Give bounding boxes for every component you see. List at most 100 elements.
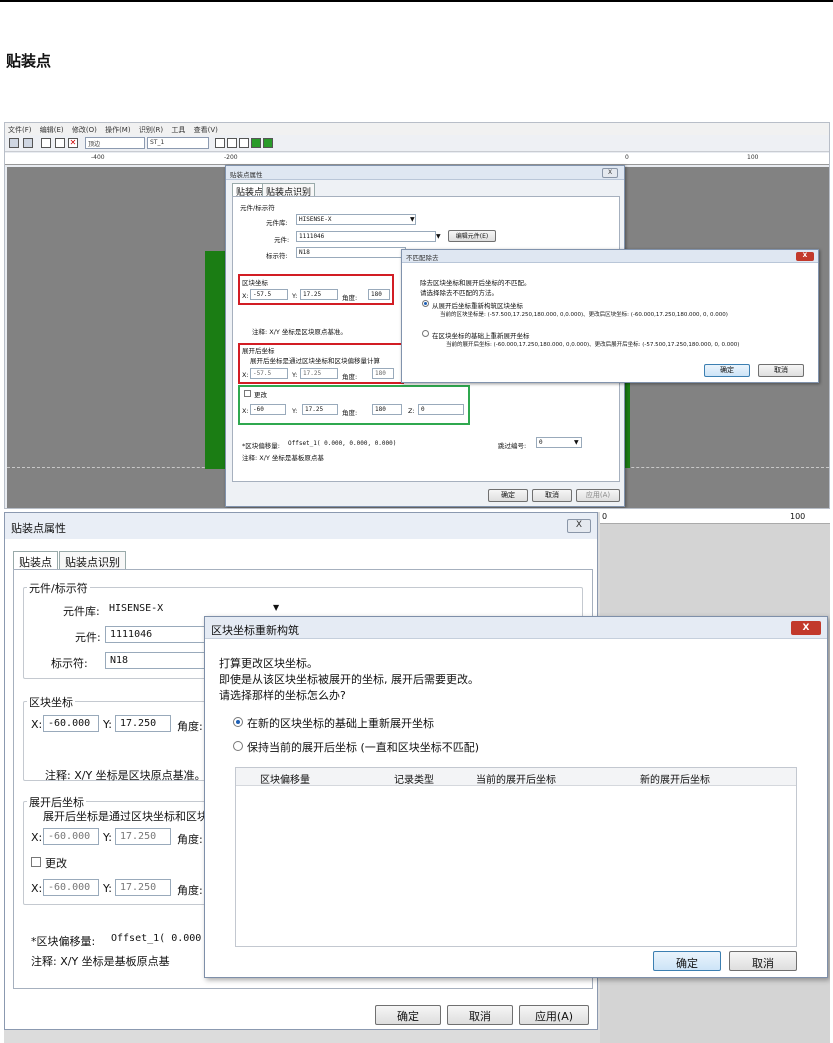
- edit-icon[interactable]: [55, 138, 65, 148]
- chevron-down-icon[interactable]: ▼: [410, 216, 415, 223]
- lib-combo[interactable]: HISENSE-X: [296, 214, 416, 225]
- screenshot-1: 文件(F) 编辑(E) 修改(O) 操作(M) 识别(R) 工具 查看(V) ✕…: [4, 122, 830, 509]
- ruler: -400 -200 0 100: [5, 153, 829, 165]
- chevron-down-icon[interactable]: ▼: [436, 233, 441, 240]
- pcb-left-edge: [205, 251, 227, 469]
- menu-view[interactable]: 查看(V): [194, 126, 218, 134]
- block-y-field[interactable]: 17.25: [300, 289, 338, 300]
- lib-label: 元件库:: [266, 219, 288, 227]
- menu-bar: 文件(F) 编辑(E) 修改(O) 操作(M) 识别(R) 工具 查看(V): [5, 123, 829, 135]
- menu-tools[interactable]: 工具: [171, 126, 185, 134]
- expand-description: 展开后坐标是通过区块坐标和区块: [43, 810, 208, 823]
- option-rebuild-block-radio[interactable]: [422, 300, 429, 307]
- change-angle-field[interactable]: 180: [372, 404, 402, 415]
- menu-operate[interactable]: 操作(M): [105, 126, 131, 134]
- menu-file[interactable]: 文件(F): [8, 126, 32, 134]
- col-record-type[interactable]: 记录类型: [394, 771, 434, 786]
- block-x-field[interactable]: -60.000: [43, 715, 99, 732]
- y-label: Y:: [292, 371, 298, 379]
- apply-button[interactable]: 应用(A): [519, 1005, 589, 1025]
- cancel-button[interactable]: 取消: [532, 489, 572, 502]
- document-heading: 贴装点: [6, 52, 52, 70]
- affected-coords-table[interactable]: 区块偏移量 记录类型 当前的展开后坐标 新的展开后坐标: [235, 767, 797, 947]
- menu-edit[interactable]: 编辑(E): [40, 126, 64, 134]
- change-checkbox[interactable]: [244, 390, 251, 397]
- angle-label: 角度:: [177, 884, 203, 897]
- side-combo[interactable]: 顶边: [85, 137, 145, 149]
- note-block-origin: 注释: X/Y 坐标是区块原点基准。: [45, 769, 206, 782]
- expand-angle-field: 180: [372, 368, 394, 379]
- zoom-area-icon[interactable]: [215, 138, 225, 148]
- col-current-expanded[interactable]: 当前的展开后坐标: [476, 771, 556, 786]
- rebuild-ok-button[interactable]: 确定: [653, 951, 721, 971]
- lib-label: 元件库:: [63, 605, 100, 618]
- part-combo[interactable]: 1111046: [296, 231, 436, 242]
- option-reexpand-radio[interactable]: [233, 717, 243, 727]
- mismatch-cancel-button[interactable]: 取消: [758, 364, 804, 377]
- close-icon[interactable]: X: [796, 252, 814, 261]
- menu-modify[interactable]: 修改(O): [72, 126, 97, 134]
- x-label: X:: [242, 292, 249, 300]
- rebuild-cancel-button[interactable]: 取消: [729, 951, 797, 971]
- option-rebuild-block-detail: 当前的区块坐标是: (-57.500,17.250,180.000, 0,0.0…: [440, 312, 728, 318]
- ref-field[interactable]: N18: [105, 652, 205, 669]
- cancel-button[interactable]: 取消: [447, 1005, 513, 1025]
- ref-label: 标示符:: [51, 657, 88, 670]
- close-icon[interactable]: X: [791, 621, 821, 635]
- rebuild-titlebar: 区块坐标重新构筑 X: [205, 617, 827, 639]
- top-rule: [0, 0, 833, 2]
- save-icon[interactable]: [9, 138, 19, 148]
- block-y-field[interactable]: 17.250: [115, 715, 171, 732]
- change-label: 更改: [45, 857, 67, 870]
- option-rebuild-block-label: 从展开后坐标重新构筑区块坐标: [432, 302, 523, 310]
- x-label: X:: [31, 882, 43, 895]
- part-combo[interactable]: 1111046: [105, 626, 205, 643]
- note-block-origin: 注释: X/Y 坐标是区块原点基准。: [252, 328, 347, 336]
- mismatch-ok-button[interactable]: 确定: [704, 364, 750, 377]
- change-x-field[interactable]: -60: [250, 404, 286, 415]
- close-icon[interactable]: X: [567, 519, 591, 533]
- close-icon[interactable]: X: [602, 168, 618, 178]
- block-group-title: 区块坐标: [27, 694, 75, 710]
- offset-label: *区块偏移量:: [242, 442, 280, 450]
- change-x-field[interactable]: -60.000: [43, 879, 99, 896]
- menu-recognize[interactable]: 识别(R): [139, 126, 163, 134]
- mismatch-dialog: 不匹配除去 X 除去区块坐标和展开后坐标的不匹配。 请选择除去不匹配的方法。 从…: [401, 249, 819, 383]
- ruler-tick: 0: [625, 154, 629, 161]
- green-view-icon[interactable]: [251, 138, 261, 148]
- ref-field[interactable]: N18: [296, 247, 406, 258]
- stage-combo[interactable]: ST_1: [147, 137, 209, 149]
- expand-description: 展开后坐标是通过区块坐标和区块偏移量计算: [250, 357, 380, 365]
- change-y-field[interactable]: 17.250: [115, 879, 171, 896]
- ok-button[interactable]: 确定: [488, 489, 528, 502]
- angle-label: 角度:: [342, 373, 358, 381]
- block-angle-field[interactable]: 180: [368, 289, 390, 300]
- dialog-title: 贴装点属性: [230, 171, 263, 179]
- change-y-field[interactable]: 17.25: [302, 404, 338, 415]
- block-x-field[interactable]: -57.5: [250, 289, 288, 300]
- angle-label: 角度:: [177, 833, 203, 846]
- col-offset[interactable]: 区块偏移量: [260, 771, 310, 786]
- zoom-out-icon[interactable]: [239, 138, 249, 148]
- y-label: Y:: [103, 831, 112, 844]
- chevron-down-icon[interactable]: ▼: [574, 439, 579, 446]
- zoom-in-icon[interactable]: [227, 138, 237, 148]
- angle-label: 角度:: [342, 294, 358, 302]
- print-icon[interactable]: [23, 138, 33, 148]
- change-z-field[interactable]: 0: [418, 404, 464, 415]
- edit-part-button[interactable]: 编辑元件(E): [448, 230, 496, 242]
- col-new-expanded[interactable]: 新的展开后坐标: [640, 771, 710, 786]
- toolbar: ✕ 顶边 ST_1: [5, 135, 829, 152]
- expand-y-field: 17.250: [115, 828, 171, 845]
- check-icon[interactable]: [41, 138, 51, 148]
- expand-group-title: 展开后坐标: [242, 347, 275, 355]
- change-checkbox[interactable]: [31, 857, 41, 867]
- grid-view-icon[interactable]: [263, 138, 273, 148]
- note-board-origin: 注释: X/Y 坐标是基板原点基: [31, 955, 170, 968]
- chevron-down-icon[interactable]: ▼: [273, 603, 279, 612]
- option-reexpand-radio[interactable]: [422, 330, 429, 337]
- ok-button[interactable]: 确定: [375, 1005, 441, 1025]
- apply-button[interactable]: 应用(A): [576, 489, 620, 502]
- option-keep-radio[interactable]: [233, 741, 243, 751]
- delete-icon[interactable]: ✕: [68, 138, 78, 148]
